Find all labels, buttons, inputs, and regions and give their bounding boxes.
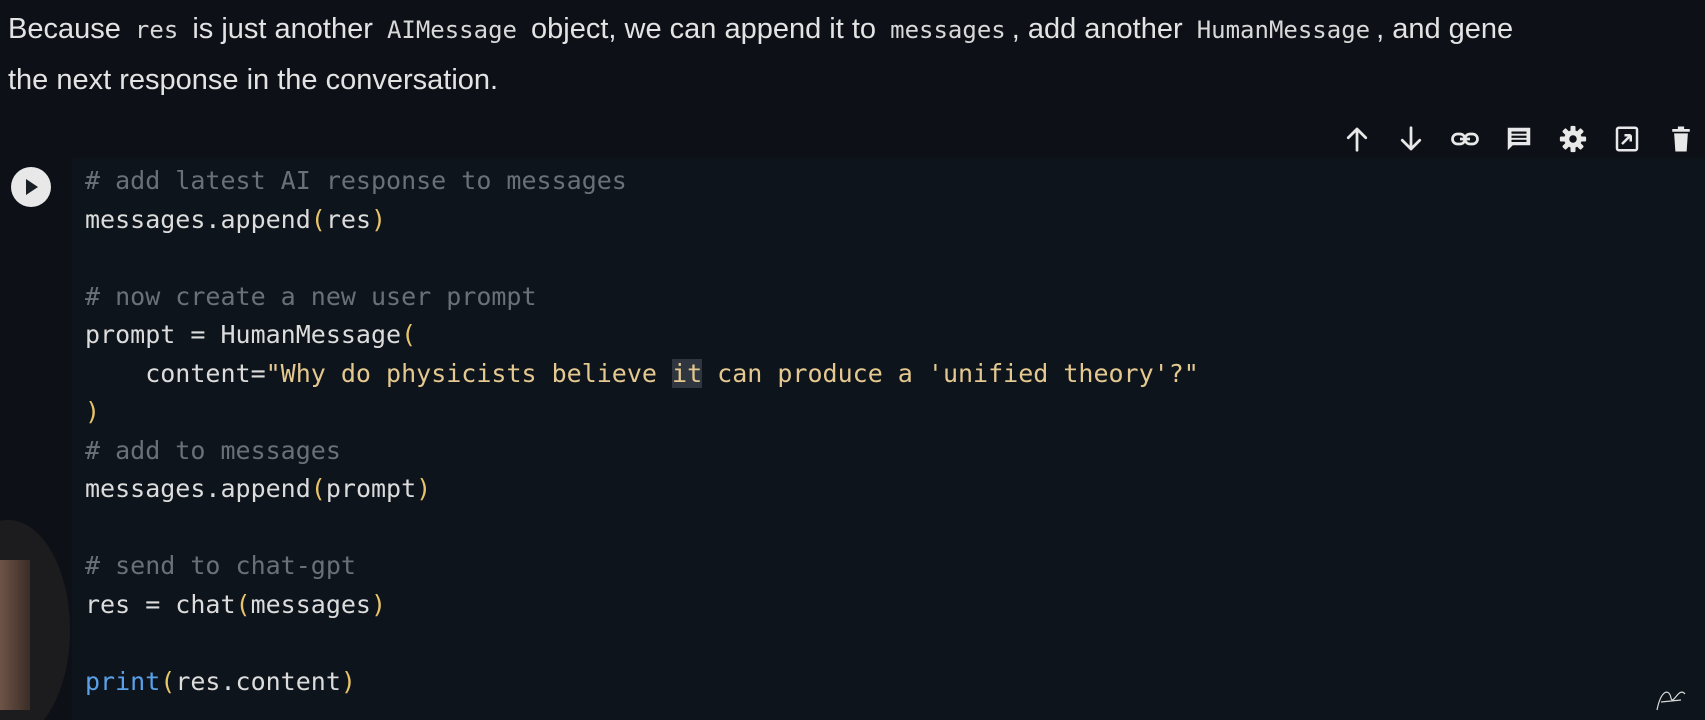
link-icon	[1451, 132, 1479, 146]
play-icon	[26, 179, 38, 195]
code-line-8: # add to messages	[85, 432, 1199, 471]
code-line-6: content="Why do physicists believe it ca…	[85, 355, 1199, 394]
code-token: res	[325, 204, 371, 234]
move-cell-up-button[interactable]	[1330, 116, 1384, 162]
markdown-line-2: the next response in the conversation.	[8, 64, 499, 96]
code-token: messages.append	[85, 474, 311, 503]
code-line-4: # now create a new user prompt	[85, 278, 1199, 317]
code-cell[interactable]: # add latest AI response to messages mes…	[0, 158, 1705, 720]
signature-watermark-icon	[1656, 691, 1686, 711]
string-token: can produce a 'unified theory'?"	[702, 358, 1199, 388]
link-to-cell-button[interactable]	[1438, 116, 1492, 162]
code-line-12: res = chat(messages)	[85, 586, 1199, 625]
builtin-token: print	[85, 666, 161, 696]
add-comment-button[interactable]	[1492, 116, 1546, 162]
code-line-9: messages.append(prompt)	[85, 470, 1199, 509]
code-token: prompt = HumanMessage	[85, 320, 402, 349]
cell-toolbar	[1330, 116, 1705, 162]
mirror-cell-button[interactable]	[1600, 116, 1654, 162]
text-segment: , and gene	[1376, 13, 1514, 45]
highlighted-token: it	[672, 358, 703, 388]
code-token: prompt	[325, 474, 417, 503]
run-cell-button[interactable]	[11, 167, 51, 207]
code-token: content=	[85, 358, 266, 388]
text-segment: object, we can append it to	[522, 13, 885, 45]
code-line-14: print(res.content)	[85, 663, 1199, 702]
paren-token: (	[160, 666, 176, 696]
code-token: res.content	[175, 666, 341, 696]
string-token: "Why do physicists believe	[265, 358, 673, 388]
inline-code-messages: messages	[890, 16, 1006, 44]
markdown-line-1: Because res is just another AIMessage ob…	[8, 4, 1705, 55]
text-segment: , add another	[1011, 13, 1191, 45]
comment-token: # now create a new user prompt	[85, 281, 537, 311]
code-line-1: # add latest AI response to messages	[85, 162, 1199, 201]
paren-token: )	[340, 666, 356, 696]
inline-code-aimessage: AIMessage	[386, 16, 517, 44]
trash-icon	[1672, 126, 1690, 152]
code-line-7: )	[85, 393, 1199, 432]
arrow-up-icon	[1346, 127, 1368, 152]
gear-icon	[1559, 125, 1587, 153]
code-lines[interactable]: # add latest AI response to messages mes…	[85, 162, 1199, 701]
paren-token: (	[401, 320, 417, 349]
paren-token: )	[371, 589, 387, 619]
code-token: messages.append	[85, 204, 311, 234]
code-token: messages	[250, 589, 371, 619]
code-line-11: # send to chat-gpt	[85, 547, 1199, 586]
code-line-2: messages.append(res)	[85, 201, 1199, 240]
arrow-down-icon	[1400, 126, 1422, 151]
paren-token: (	[235, 589, 251, 619]
mirror-cell-icon	[1615, 126, 1639, 152]
delete-cell-button[interactable]	[1654, 116, 1705, 162]
inline-code-humanmessage: HumanMessage	[1196, 16, 1371, 44]
presenter-face	[0, 560, 30, 710]
inline-code-res: res	[134, 16, 179, 44]
comment-token: # send to chat-gpt	[85, 551, 356, 580]
comment-icon	[1507, 127, 1531, 151]
move-cell-down-button[interactable]	[1384, 116, 1438, 162]
markdown-text-cell: Because res is just another AIMessage ob…	[8, 4, 1705, 105]
cell-settings-button[interactable]	[1546, 116, 1600, 162]
code-line-5: prompt = HumanMessage(	[85, 316, 1199, 355]
comment-token: # add latest AI response to messages	[85, 166, 627, 195]
text-segment: is just another	[184, 13, 381, 45]
paren-token: )	[416, 474, 432, 503]
paren-token: (	[310, 204, 326, 234]
text-segment: Because	[8, 13, 129, 45]
paren-token: (	[310, 474, 326, 503]
code-token: res = chat	[85, 589, 236, 619]
paren-token: )	[85, 397, 101, 426]
comment-token: # add to messages	[85, 435, 341, 465]
paren-token: )	[371, 204, 387, 234]
